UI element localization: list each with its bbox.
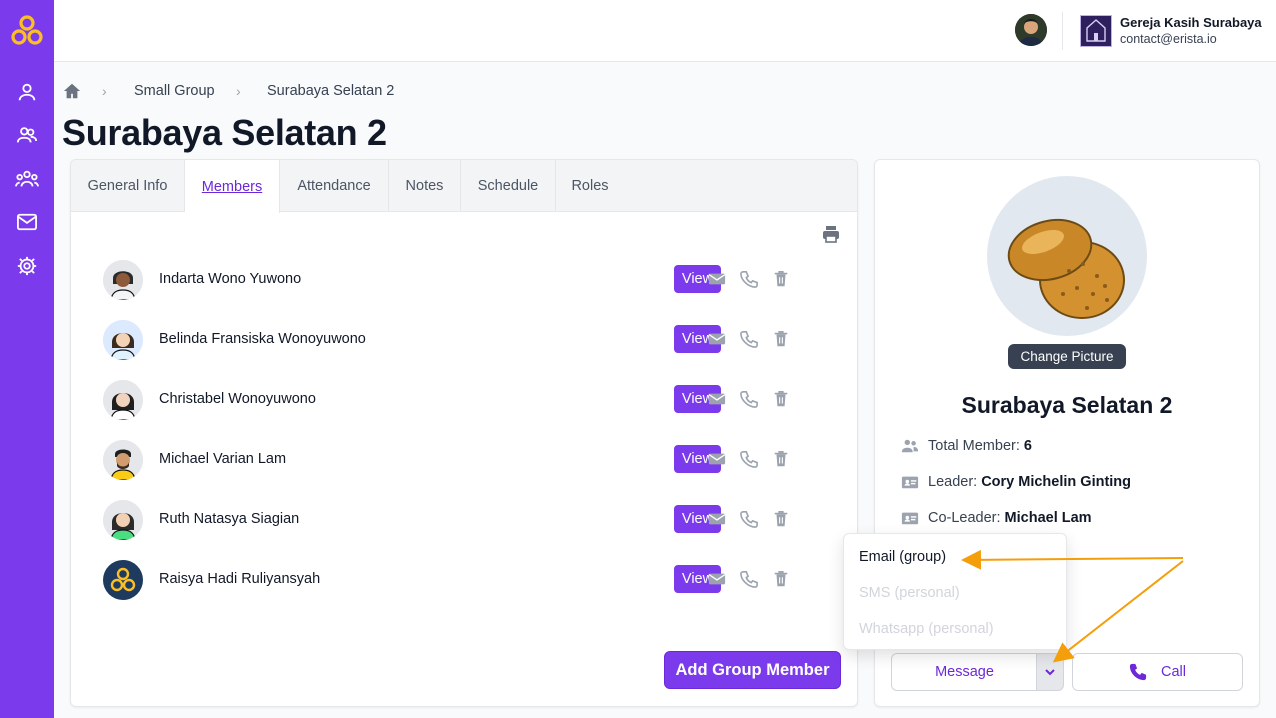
tab-members[interactable]: Members [185,160,280,213]
member-row: Belinda Fransiska Wonoyuwono View [101,320,831,364]
member-name: Indarta Wono Yuwono [159,271,302,287]
envelope-icon[interactable] [708,270,726,288]
trash-icon[interactable] [772,450,790,468]
member-row: Christabel Wonoyuwono View [101,380,831,424]
member-row: Michael Varian Lam View [101,440,831,484]
envelope-icon[interactable] [708,450,726,468]
breadcrumb-current: Surabaya Selatan 2 [267,83,395,99]
total-member-value: 6 [1023,438,1032,454]
coleader-value: Michael Lam [1004,510,1092,526]
message-dropdown-menu: Email (group) SMS (personal) Whatsapp (p… [843,533,1067,650]
people-icon [16,127,38,143]
phone-icon[interactable] [740,510,758,528]
trash-icon[interactable] [772,330,790,348]
user-avatar[interactable] [1015,14,1047,46]
leader-value: Cory Michelin Ginting [981,474,1132,490]
mail-icon [17,213,37,231]
coleader-label: Co-Leader: [928,510,1001,526]
id-card-icon [901,476,919,489]
breadcrumb-small-group[interactable]: Small Group [134,83,215,99]
nav-settings[interactable] [13,252,41,280]
menu-item-sms-personal: SMS (personal) [859,585,960,601]
tab-roles[interactable]: Roles [556,160,624,212]
call-button[interactable]: Call [1072,653,1243,691]
nav-messages[interactable] [13,208,41,236]
tab-general-info[interactable]: General Info [71,160,185,212]
nav-people[interactable] [13,121,41,149]
envelope-icon[interactable] [708,510,726,528]
members-card: General Info Members Attendance Notes Sc… [70,159,858,707]
member-name: Christabel Wonoyuwono [159,391,316,407]
trash-icon[interactable] [772,270,790,288]
avatar [103,500,143,540]
call-label: Call [1161,664,1186,680]
page-title: Surabaya Selatan 2 [62,112,387,153]
add-group-member-button[interactable]: Add Group Member [664,651,841,689]
tab-notes[interactable]: Notes [389,160,461,212]
avatar [103,260,143,300]
avatar [103,560,143,600]
chevron-down-icon [1045,669,1055,676]
total-member-label: Total Member: [928,438,1020,454]
phone-icon[interactable] [740,390,758,408]
envelope-icon[interactable] [708,390,726,408]
menu-item-email-group[interactable]: Email (group) [859,549,946,565]
phone-icon [1129,663,1147,681]
person-icon [18,83,36,101]
chevron-right-icon: › [236,83,241,99]
member-row: Ruth Natasya Siagian View [101,500,831,544]
org-email: contact@erista.io [1120,32,1217,46]
tab-attendance[interactable]: Attendance [280,160,389,212]
member-row: Indarta Wono Yuwono View [101,260,831,304]
tab-schedule[interactable]: Schedule [461,160,556,212]
envelope-icon[interactable] [708,330,726,348]
trash-icon[interactable] [772,390,790,408]
trash-icon[interactable] [772,510,790,528]
leader-label: Leader: [928,474,978,490]
header-divider [1062,12,1063,50]
nav-person[interactable] [13,78,41,106]
message-button[interactable]: Message [891,653,1037,691]
phone-icon[interactable] [740,330,758,348]
logo-icon[interactable] [10,14,44,48]
gear-icon [17,256,37,276]
change-picture-button[interactable]: Change Picture [1008,344,1126,369]
home-icon[interactable] [63,82,81,100]
coleader-row: Co-Leader: Michael Lam [901,508,1092,528]
nav-groups[interactable] [13,165,41,193]
phone-icon[interactable] [740,450,758,468]
leader-row: Leader: Cory Michelin Ginting [901,472,1131,492]
member-name: Belinda Fransiska Wonoyuwono [159,331,366,347]
avatar [103,320,143,360]
id-card-icon [901,512,919,525]
org-logo[interactable] [1080,15,1112,47]
member-name: Michael Varian Lam [159,451,287,467]
menu-item-whatsapp-personal: Whatsapp (personal) [859,621,994,637]
phone-icon[interactable] [740,270,758,288]
avatar [103,380,143,420]
org-name: Gereja Kasih Surabaya [1120,15,1262,30]
group-name: Surabaya Selatan 2 [961,392,1173,418]
member-row: Raisya Hadi Ruliyansyah View [101,560,831,604]
tab-bar: General Info Members Attendance Notes Sc… [71,160,857,213]
chevron-right-icon: › [102,83,107,99]
trash-icon[interactable] [772,570,790,588]
member-name: Raisya Hadi Ruliyansyah [159,571,321,587]
people-icon [901,439,919,453]
phone-icon[interactable] [740,570,758,588]
sidebar [0,0,54,718]
print-icon[interactable] [821,224,841,244]
member-name: Ruth Natasya Siagian [159,511,300,527]
avatar [103,440,143,480]
envelope-icon[interactable] [708,570,726,588]
total-member-row: Total Member: 6 [901,436,1032,456]
top-bar: Gereja Kasih Surabaya contact@erista.io [54,0,1276,62]
message-dropdown-toggle[interactable] [1036,653,1064,691]
group-icon [15,170,39,187]
group-picture [987,176,1147,336]
